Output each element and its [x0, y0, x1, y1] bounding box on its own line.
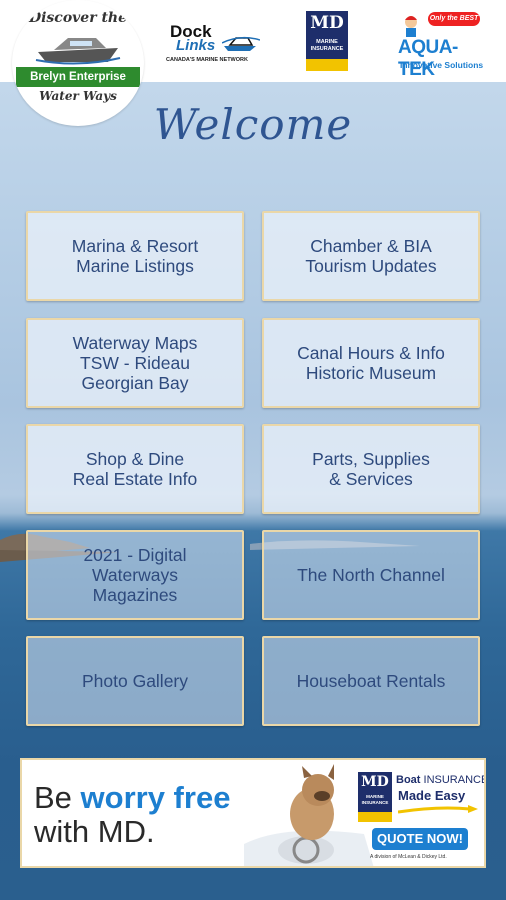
chamber-tourism-button[interactable]: Chamber & BIA Tourism Updates	[262, 211, 480, 301]
ad-md-mark: MD	[361, 774, 389, 790]
button-label: Shop & Dine Real Estate Info	[72, 449, 198, 489]
ad-text-worry-free: worry free	[80, 780, 231, 815]
button-label: Canal Hours & Info Historic Museum	[297, 343, 445, 383]
ad-boat-insurance: Boat INSURANCE	[396, 774, 486, 786]
button-label: Waterway Maps TSW - Rideau Georgian Bay	[72, 333, 198, 393]
md-mark: MD	[310, 13, 344, 33]
digital-magazines-button[interactable]: 2021 - Digital Waterways Magazines	[26, 530, 244, 620]
button-label: Houseboat Rentals	[296, 671, 446, 691]
aquatek-badge: Only the BEST	[428, 12, 480, 26]
button-label: Marina & Resort Marine Listings	[71, 236, 199, 276]
arrow-icon	[398, 805, 478, 814]
aquatek-name: AQUA-TEK	[398, 37, 458, 80]
button-label: 2021 - Digital Waterways Magazines	[83, 545, 187, 605]
canal-hours-button[interactable]: Canal Hours & Info Historic Museum	[262, 318, 480, 408]
boat-icon	[222, 36, 260, 51]
ad-headline-line1: Be worry free	[34, 780, 230, 816]
ad-division-text: A division of McLean & Dickey Ltd.	[370, 854, 447, 860]
ad-md-logo: MD MARINE INSURANCE	[358, 772, 392, 822]
md-marine-logo[interactable]: MD MARINE INSURANCE	[306, 11, 348, 71]
dog-on-boat-photo	[244, 764, 374, 866]
yacht-icon	[35, 38, 121, 65]
button-label: The North Channel	[297, 565, 445, 585]
md-stripe	[306, 59, 348, 71]
md-insurance-ad-banner[interactable]: Be worry free with MD. MD MARINE INSURAN…	[20, 758, 486, 868]
md-text: MARINE INSURANCE	[310, 39, 344, 52]
aquatek-tagline: Innovative Solutions	[400, 60, 484, 70]
button-label: Parts, Supplies & Services	[312, 449, 430, 489]
docklinks-logo[interactable]: Dock Links CANADA'S MARINE NETWORK	[166, 22, 262, 67]
ad-md-text: MARINE INSURANCE	[361, 794, 389, 805]
button-label: Chamber & BIA Tourism Updates	[305, 236, 437, 276]
parts-supplies-button[interactable]: Parts, Supplies & Services	[262, 424, 480, 514]
houseboat-rentals-button[interactable]: Houseboat Rentals	[262, 636, 480, 726]
logo-brand: Brelyn Enterprise	[16, 67, 140, 87]
docklinks-tagline: CANADA'S MARINE NETWORK	[166, 57, 248, 63]
aquatek-logo[interactable]: Only the BEST AQUA-TEK Innovative Soluti…	[394, 10, 494, 80]
ad-insurance-word: INSURANCE	[420, 774, 486, 786]
ad-boat-word: Boat	[396, 774, 421, 786]
ad-made-easy: Made Easy	[398, 788, 466, 803]
ad-text-be: Be	[34, 780, 81, 815]
marina-listings-button[interactable]: Marina & Resort Marine Listings	[26, 211, 244, 301]
mascot-icon	[405, 16, 417, 37]
quote-now-button[interactable]: QUOTE NOW!	[372, 828, 468, 850]
button-label: Photo Gallery	[81, 671, 189, 691]
docklinks-word2: Links	[176, 37, 216, 54]
logo-top-text: Discover the	[28, 10, 128, 26]
welcome-title: Welcome	[153, 100, 353, 149]
shop-dine-button[interactable]: Shop & Dine Real Estate Info	[26, 424, 244, 514]
ad-md-stripe	[358, 812, 392, 822]
waterway-maps-button[interactable]: Waterway Maps TSW - Rideau Georgian Bay	[26, 318, 244, 408]
photo-gallery-button[interactable]: Photo Gallery	[26, 636, 244, 726]
north-channel-button[interactable]: The North Channel	[262, 530, 480, 620]
ad-headline-line2: with MD.	[34, 814, 155, 849]
